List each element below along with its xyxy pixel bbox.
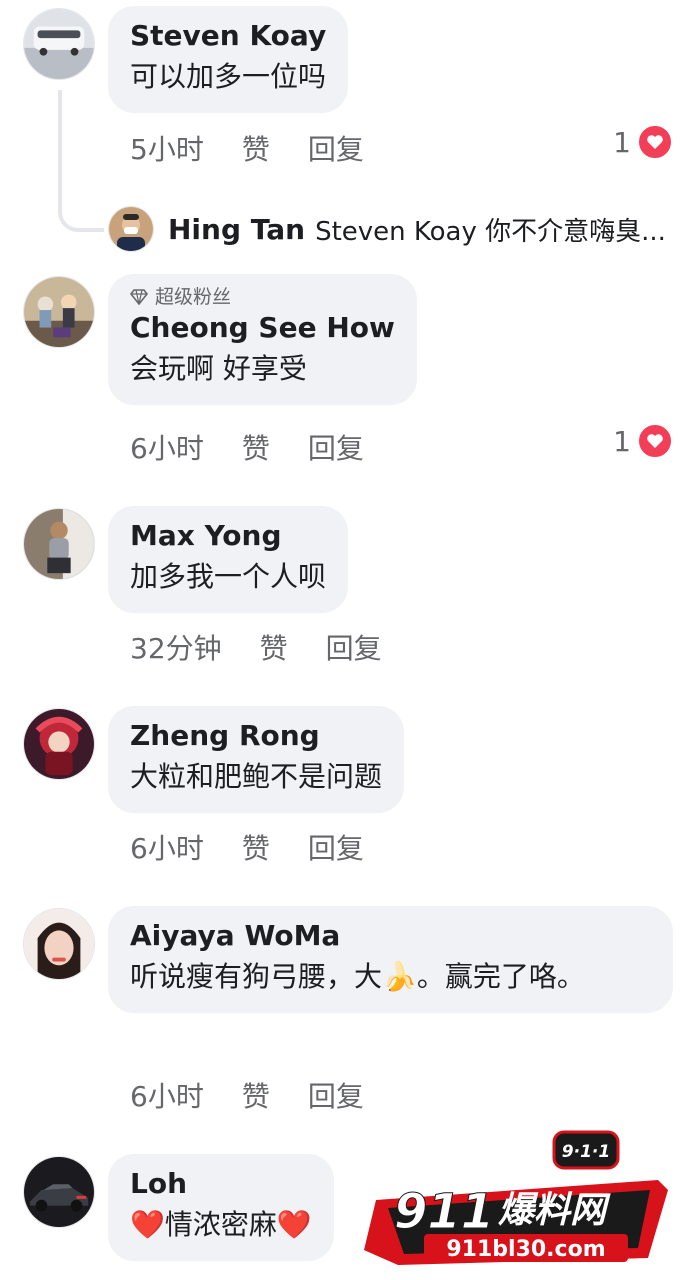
like-button[interactable]: 赞 — [242, 831, 270, 867]
reaction-count: 1 — [613, 424, 631, 458]
comment-text: 大粒和肥鲍不是问题 — [130, 760, 383, 793]
reply-author-name[interactable]: Hing Tan — [168, 213, 305, 246]
like-button[interactable]: 赞 — [242, 431, 270, 467]
comment-text: 加多我一个人呗 — [130, 560, 327, 593]
commenter-name[interactable]: Cheong See How — [130, 310, 395, 346]
logo-url-text: 911bl30.com — [446, 1237, 605, 1262]
comment-actions: 6小时 赞 回复 — [130, 1079, 402, 1115]
comment-text-part: 情浓密麻 — [164, 1208, 277, 1241]
comment-text: 听说瘦有狗弓腰，大🍌。赢完了咯。 — [130, 954, 651, 1000]
thread-connector-line — [58, 90, 104, 232]
commenter-name[interactable]: Aiyaya WoMa — [130, 918, 651, 954]
comment-bubble-loh[interactable]: Loh ❤️情浓密麻❤️ — [108, 1154, 334, 1261]
timestamp: 32分钟 — [130, 632, 222, 665]
watermark-logo: 9·1·1 911 爆料网 911bl30.com — [358, 1130, 674, 1275]
anime-character-avatar — [24, 709, 94, 779]
logo-badge-text: 9·1·1 — [562, 1142, 610, 1162]
avatar-cheong-see-how[interactable] — [23, 276, 95, 348]
reply-button[interactable]: 回复 — [308, 132, 364, 168]
car-photo-avatar — [24, 9, 94, 79]
comment-bubble-cheong-see-how[interactable]: 超级粉丝 Cheong See How 会玩啊 好享受 — [108, 274, 417, 405]
reply-preview-text: Steven Koay 你不介意嗨臭... — [315, 216, 666, 247]
collapsed-reply[interactable]: Hing Tan Steven Koay 你不介意嗨臭... — [108, 206, 666, 252]
person-photo-avatar — [24, 509, 94, 579]
heart-icon — [637, 124, 673, 160]
commenter-name[interactable]: Loh — [130, 1166, 312, 1202]
timestamp: 6小时 — [130, 1080, 204, 1113]
avatar-aiyaya-woma[interactable] — [23, 908, 95, 980]
figurine-photo-avatar — [24, 277, 94, 347]
comment-bubble-aiyaya-woma[interactable]: Aiyaya WoMa 听说瘦有狗弓腰，大🍌。赢完了咯。 — [108, 906, 673, 1013]
reply-button[interactable]: 回复 — [308, 431, 364, 467]
reply-button[interactable]: 回复 — [308, 1079, 364, 1115]
comment-actions: 5小时 赞 回复 — [130, 132, 402, 168]
comment-text: 会玩啊 好享受 — [130, 352, 307, 385]
reply-button[interactable]: 回复 — [308, 831, 364, 867]
commenter-name[interactable]: Zheng Rong — [130, 718, 382, 754]
avatar-zheng-rong[interactable] — [23, 708, 95, 780]
like-button[interactable]: 赞 — [242, 1079, 270, 1115]
reaction-summary[interactable]: 1 — [613, 423, 673, 459]
comment-actions: 6小时 赞 回复 — [130, 831, 402, 867]
badge-label: 超级粉丝 — [155, 286, 232, 308]
reaction-count: 1 — [613, 125, 631, 159]
reaction-summary[interactable]: 1 — [613, 124, 673, 160]
avatar-hing-tan[interactable] — [108, 206, 154, 252]
person-masked-avatar — [109, 207, 153, 251]
timestamp: 6小时 — [130, 432, 204, 465]
commenter-name[interactable]: Steven Koay — [130, 18, 326, 54]
banana-emoji: 🍌 — [382, 960, 417, 993]
commenter-name[interactable]: Max Yong — [130, 518, 326, 554]
top-fan-badge: 超级粉丝 — [130, 286, 395, 308]
woman-photo-avatar — [24, 909, 94, 979]
comment-text-part: 。赢完了咯。 — [416, 960, 585, 993]
timestamp: 6小时 — [130, 832, 204, 865]
avatar-loh[interactable] — [23, 1156, 95, 1228]
comment-text: 可以加多一位吗 — [130, 60, 327, 93]
comment-actions: 32分钟 赞 回复 — [130, 631, 420, 667]
timestamp: 5小时 — [130, 133, 204, 166]
comment-bubble-max-yong[interactable]: Max Yong 加多我一个人呗 — [108, 506, 349, 613]
sports-car-avatar — [24, 1157, 94, 1227]
comment-actions: 6小时 赞 回复 — [130, 431, 402, 467]
red-heart-emoji: ❤️ — [276, 1208, 312, 1241]
diamond-icon — [130, 289, 148, 305]
heart-icon — [637, 423, 673, 459]
avatar-steven-koay[interactable] — [23, 8, 95, 80]
reply-button[interactable]: 回复 — [326, 631, 382, 667]
logo-graphic: 9·1·1 911 爆料网 911bl30.com — [364, 1130, 668, 1265]
red-heart-emoji: ❤️ — [130, 1208, 165, 1241]
like-button[interactable]: 赞 — [242, 132, 270, 168]
logo-title-text: 爆料网 — [498, 1190, 611, 1231]
like-button[interactable]: 赞 — [260, 631, 288, 667]
comment-bubble-zheng-rong[interactable]: Zheng Rong 大粒和肥鲍不是问题 — [108, 706, 405, 813]
avatar-max-yong[interactable] — [23, 508, 95, 580]
comment-text: ❤️情浓密麻❤️ — [130, 1202, 312, 1248]
comment-text-part: 听说瘦有狗弓腰，大 — [130, 960, 383, 993]
comment-bubble-steven-koay[interactable]: Steven Koay 可以加多一位吗 — [108, 6, 349, 113]
logo-number-text: 911 — [394, 1184, 494, 1240]
